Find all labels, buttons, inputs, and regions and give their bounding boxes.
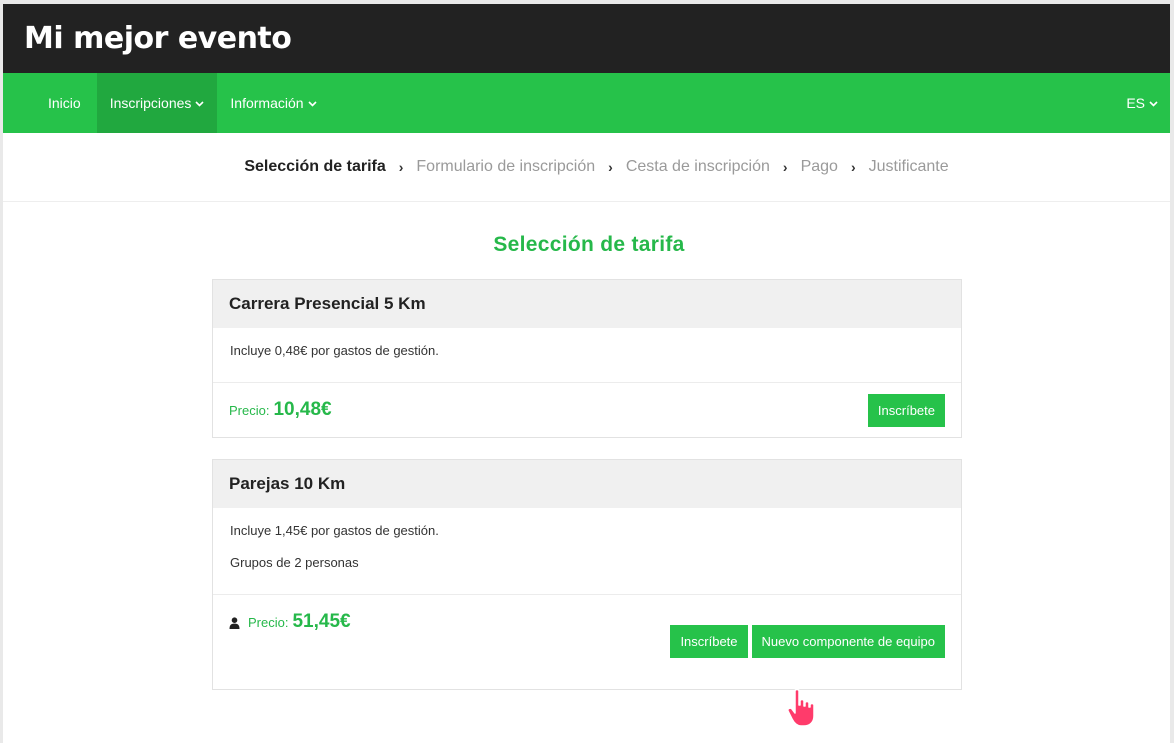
main-navbar: Inicio Inscripciones Información ES [3, 73, 1170, 133]
inscribete-button[interactable]: Inscríbete [867, 393, 945, 427]
new-team-member-button[interactable]: Nuevo componente de equipo [751, 625, 945, 658]
chevron-right-icon: › [608, 159, 613, 175]
rate-note: Incluye 0,48€ por gastos de gestión. [230, 343, 439, 358]
nav-item-inscripciones[interactable]: Inscripciones [96, 73, 218, 133]
rate-price: Precio: 10,48€ [229, 399, 332, 421]
page: Mi mejor evento Inicio Inscripciones Inf… [3, 4, 1170, 743]
step-formulario: Formulario de inscripción [416, 158, 596, 175]
chevron-down-icon [195, 99, 204, 110]
nav-item-label: Inicio [48, 95, 81, 111]
step-seleccion-tarifa: Selección de tarifa [244, 158, 386, 175]
site-header: Mi mejor evento [3, 4, 1170, 73]
rate-name: Parejas 10 Km [213, 460, 961, 508]
price-label: Precio: [229, 403, 270, 418]
chevron-right-icon: › [850, 159, 856, 175]
rate-footer: Precio: 51,45€ Inscríbete Nuevo componen… [213, 595, 961, 689]
price-amount: 10,48€ [273, 399, 332, 420]
rate-note: Grupos de 2 personas [230, 555, 359, 570]
rate-details: Incluye 1,45€ por gastos de gestión. Gru… [213, 508, 961, 595]
step-pago: Pago [800, 158, 838, 175]
chevron-right-icon: › [398, 159, 404, 175]
site-title[interactable]: Mi mejor evento [24, 21, 292, 56]
hand-cursor-icon [786, 688, 822, 728]
nav-item-inicio[interactable]: Inicio [3, 73, 97, 133]
rate-price: Precio: 51,45€ [229, 611, 351, 633]
rate-details: Incluye 0,48€ por gastos de gestión. [213, 328, 961, 383]
registration-steps: Selección de tarifa › Formulario de insc… [3, 133, 1170, 202]
nav-item-informacion[interactable]: Información [217, 73, 329, 133]
rate-footer: Precio: 10,48€ Inscríbete [213, 383, 961, 437]
price-amount: 51,45€ [292, 611, 351, 632]
step-justificante: Justificante [868, 158, 949, 175]
step-cesta: Cesta de inscripción [625, 158, 770, 175]
rate-card-parejas-10km: Parejas 10 Km Incluye 1,45€ por gastos d… [212, 459, 962, 690]
rate-card-carrera-5km: Carrera Presencial 5 Km Incluye 0,48€ po… [212, 279, 962, 438]
price-label: Precio: [248, 615, 289, 630]
chevron-right-icon: › [782, 159, 788, 175]
nav-item-label: Inscripciones [109, 95, 192, 111]
rate-name: Carrera Presencial 5 Km [213, 280, 961, 328]
chevron-down-icon [307, 99, 317, 110]
language-label: ES [1126, 95, 1145, 111]
user-icon [229, 617, 240, 632]
rate-actions: Inscríbete Nuevo componente de equipo [670, 625, 945, 658]
chevron-down-icon [1149, 99, 1158, 110]
inscribete-button[interactable]: Inscríbete [670, 625, 748, 658]
main-content: Selección de tarifa Carrera Presencial 5… [3, 233, 1170, 690]
rate-note: Incluye 1,45€ por gastos de gestión. [230, 523, 439, 538]
page-title: Selección de tarifa [493, 233, 685, 256]
language-selector[interactable]: ES [1113, 73, 1170, 133]
nav-item-label: Información [230, 95, 304, 111]
